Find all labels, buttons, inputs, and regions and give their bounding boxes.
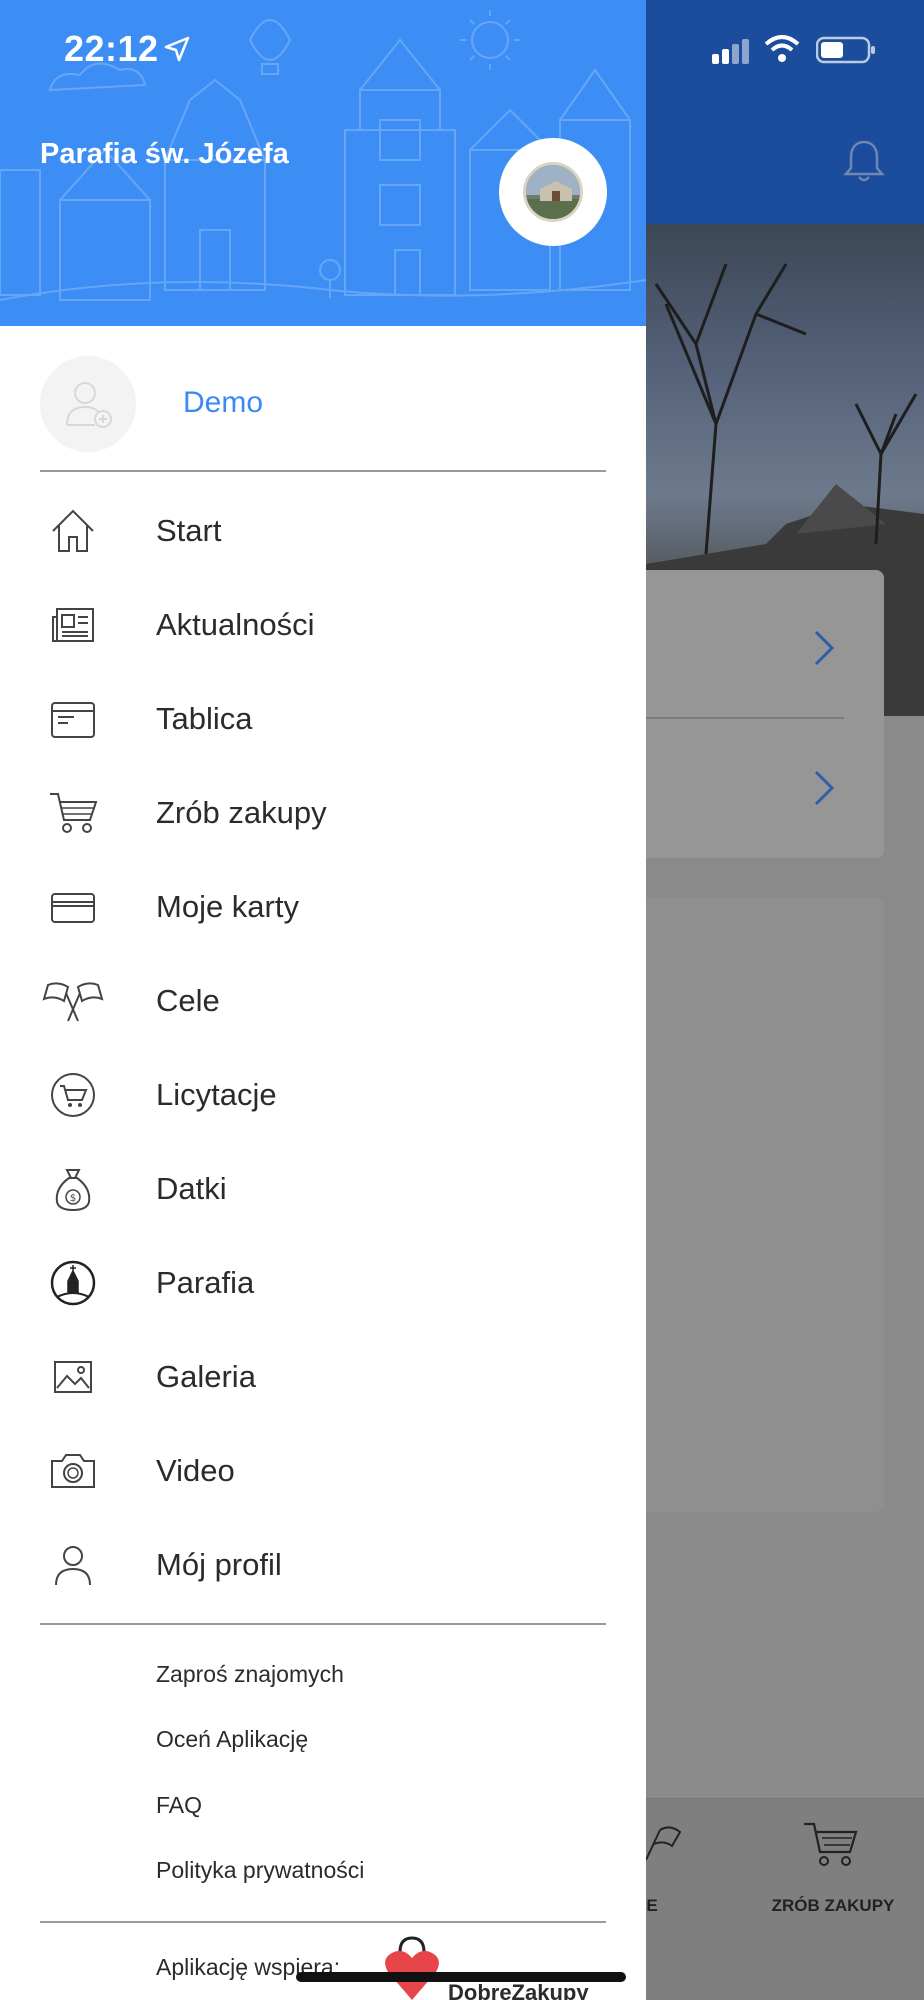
menu-item-label: Moje karty [156,889,299,924]
menu-item-zrob-zakupy[interactable]: Zrób zakupy [0,766,646,860]
menu-item-label: Mój profil [156,1547,282,1582]
navigation-drawer: 22:12 Parafia św. Józefa Demo Start Aktu… [0,0,646,2000]
cellular-signal-icon [712,39,749,64]
link-privacy-policy[interactable]: Polityka prywatności [156,1857,364,1884]
menu-item-aktualnosci[interactable]: Aktualności [0,578,646,672]
bell-icon[interactable] [838,136,890,188]
support-brand[interactable]: DobreZakupy [448,1980,589,2000]
user-name[interactable]: Demo [183,386,263,420]
newspaper-icon [40,592,106,658]
divider [40,470,606,472]
money-bag-icon: $ [40,1156,106,1222]
menu-item-label: Parafia [156,1265,255,1300]
menu-item-video[interactable]: Video [0,1424,646,1518]
chevron-right-icon[interactable] [812,768,836,808]
menu-item-label: Tablica [156,701,253,736]
church-icon [40,1250,106,1316]
dobrezakupy-logo-icon[interactable] [382,1936,442,2000]
add-user-avatar-icon[interactable] [40,356,136,452]
svg-text:$: $ [70,1193,76,1204]
parish-logo[interactable] [499,138,607,246]
menu-item-start[interactable]: Start [0,484,646,578]
tab-shop-label[interactable]: ZRÓB ZAKUPY [758,1896,908,1916]
background-card [646,898,884,1512]
menu-item-label: Zrób zakupy [156,795,327,830]
divider [40,1623,606,1625]
menu-item-label: Start [156,513,222,548]
background-card [646,570,884,858]
home-icon [40,498,106,564]
menu-item-parafia[interactable]: Parafia [0,1236,646,1330]
menu-item-tablica[interactable]: Tablica [0,672,646,766]
parish-name: Parafia św. Józefa [40,138,289,170]
location-arrow-icon [164,36,190,62]
menu-item-label: Datki [156,1171,227,1206]
menu-item-moj-profil[interactable]: Mój profil [0,1518,646,1612]
user-row[interactable]: Demo [40,356,606,452]
board-icon [40,686,106,752]
menu-item-label: Cele [156,983,220,1018]
flag-icon[interactable] [640,1820,686,1866]
menu-item-label: Galeria [156,1359,256,1394]
menu-item-galeria[interactable]: Galeria [0,1330,646,1424]
menu-item-label: Video [156,1453,235,1488]
link-invite-friends[interactable]: Zaproś znajomych [156,1661,344,1688]
wifi-icon [764,35,800,62]
cart-icon[interactable] [800,1818,860,1870]
card-icon [40,874,106,940]
drawer-header: 22:12 Parafia św. Józefa [0,0,646,326]
divider [40,1921,606,1923]
camera-icon [40,1438,106,1504]
menu-item-cele[interactable]: Cele [0,954,646,1048]
auction-cart-icon [40,1062,106,1128]
link-faq[interactable]: FAQ [156,1792,202,1819]
menu-item-datki[interactable]: $ Datki [0,1142,646,1236]
chevron-right-icon[interactable] [812,628,836,668]
link-rate-app[interactable]: Oceń Aplikację [156,1726,308,1753]
flags-icon [40,968,106,1034]
cart-icon [40,780,106,846]
menu-item-label: Aktualności [156,607,315,642]
home-indicator[interactable] [296,1972,626,1982]
status-time: 22:12 [64,28,159,69]
battery-icon [816,36,875,64]
menu-item-licytacje[interactable]: Licytacje [0,1048,646,1142]
menu-item-moje-karty[interactable]: Moje karty [0,860,646,954]
profile-icon [40,1532,106,1598]
menu-item-label: Licytacje [156,1077,277,1112]
background-divider [646,717,844,719]
image-icon [40,1344,106,1410]
